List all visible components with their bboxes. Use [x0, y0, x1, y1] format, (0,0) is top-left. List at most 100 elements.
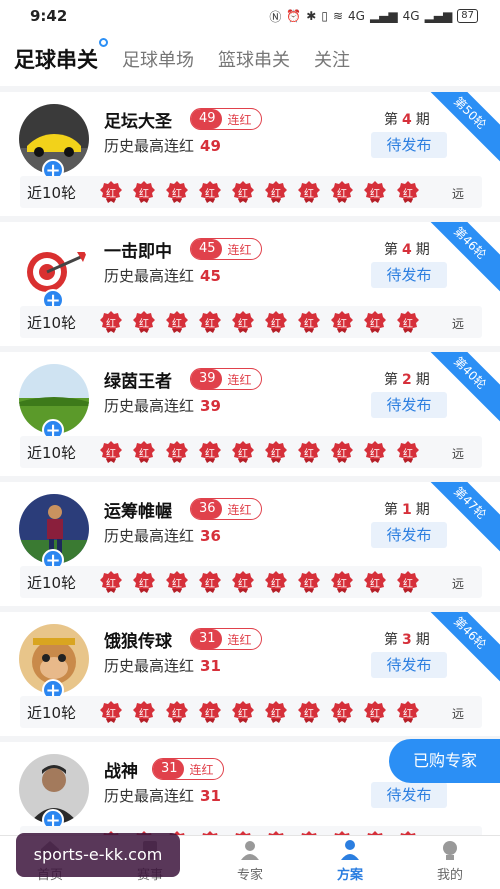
history-value: 36: [200, 527, 221, 545]
win-badge-text: 红: [205, 449, 215, 460]
expert-name: 战神: [104, 762, 138, 782]
win-badge-text: 红: [403, 709, 413, 720]
alarm-icon: ⏰: [286, 9, 302, 23]
streak-count: 31: [153, 759, 184, 779]
status-bar: 9:42 Ⓝ ⏰ ✱ ▯ ≋ 4G ▂▄▆ 4G ▂▄▆ 87: [0, 0, 500, 32]
win-badge-icon: 红: [198, 310, 222, 334]
win-badge-icon: 红: [231, 570, 255, 594]
pending-button[interactable]: 待发布: [371, 652, 447, 678]
more-label[interactable]: 远: [452, 705, 464, 722]
win-badge-text: 红: [238, 449, 248, 460]
win-badge-text: 红: [370, 579, 380, 590]
win-badge-icon: 红: [330, 310, 354, 334]
win-badge-text: 红: [139, 189, 149, 200]
win-badge-text: 红: [370, 709, 380, 720]
period-number: 4: [402, 242, 412, 258]
history-value: 31: [200, 657, 221, 675]
win-badge-icon: 红: [99, 180, 123, 204]
tab-football-single[interactable]: 足球单场: [122, 46, 194, 72]
win-badge-text: 红: [238, 319, 248, 330]
result-badges: 红红红红红红红红红红: [99, 180, 420, 204]
more-label[interactable]: 远: [452, 315, 464, 332]
win-badge-text: 红: [271, 189, 281, 200]
expert-card[interactable]: + 运筹帷幄 36 连红 历史最高连红 36 第 1 期待发布 第47轮 近10轮红红红红红红红红红…: [0, 482, 500, 606]
tab-follow[interactable]: 关注: [314, 46, 350, 72]
period: 第4期: [384, 239, 430, 259]
win-badge-icon: 红: [132, 570, 156, 594]
recent-label: 近10轮: [27, 704, 77, 722]
result-badges: 红红红红红红红红红红: [99, 570, 420, 594]
signal-label-1: 4G: [348, 9, 365, 23]
win-badge-icon: 红: [264, 700, 288, 724]
bluetooth-icon: ✱: [306, 9, 317, 23]
expert-card[interactable]: + 饿狼传球 31 连红 历史最高连红 31 第 3 期待发布 第46轮 近10轮红红红红红红红红红…: [0, 612, 500, 736]
tab-label: 足球串关: [14, 48, 98, 72]
win-badge-text: 红: [238, 189, 248, 200]
period-prefix: 第: [384, 242, 398, 258]
pending-button[interactable]: 待发布: [371, 392, 447, 418]
win-badge-icon: 红: [132, 700, 156, 724]
win-badge-text: 红: [106, 449, 116, 460]
period-number: 2: [402, 372, 412, 388]
tab-football-parlay[interactable]: 足球串关: [14, 38, 108, 74]
nfc-icon: Ⓝ: [269, 9, 282, 24]
more-label[interactable]: 远: [452, 445, 464, 462]
purchased-experts-button[interactable]: 已购专家: [389, 739, 500, 783]
history-label: 历史最高连红: [104, 267, 195, 285]
pending-button[interactable]: 待发布: [371, 132, 447, 158]
pending-button[interactable]: 待发布: [371, 522, 447, 548]
win-badge-text: 红: [172, 449, 182, 460]
recent-label: 近10轮: [27, 574, 77, 592]
expert-card[interactable]: + 绿茵王者 39 连红 历史最高连红 39 第 2 期待发布 第40轮 近10轮红红红红红红红红红…: [0, 352, 500, 476]
win-badge-icon: 红: [396, 700, 420, 724]
history-best: 历史最高连红 31: [104, 785, 221, 806]
tab-basketball-parlay[interactable]: 篮球串关: [218, 46, 290, 72]
win-badge-text: 红: [172, 319, 182, 330]
win-badge-icon: 红: [330, 700, 354, 724]
win-badge-text: 红: [172, 709, 182, 720]
more-label[interactable]: 远: [452, 185, 464, 202]
win-badge-text: 红: [403, 449, 413, 460]
win-badge-icon: 红: [165, 310, 189, 334]
win-badge-text: 红: [304, 579, 314, 590]
pending-button[interactable]: 待发布: [371, 782, 447, 808]
win-badge-text: 红: [403, 319, 413, 330]
win-badge-icon: 红: [264, 570, 288, 594]
win-badge-icon: 红: [330, 180, 354, 204]
pending-button[interactable]: 待发布: [371, 262, 447, 288]
nav-label: 专家: [236, 868, 263, 883]
win-badge-icon: 红: [165, 440, 189, 464]
wifi-icon: ≋: [332, 9, 344, 23]
history-value: 39: [200, 397, 221, 415]
period-number: 1: [402, 502, 412, 518]
expert-card[interactable]: + 一击即中 45 连红 历史最高连红 45 第 4 期待发布 第46轮 近10轮红红红红红红红红红…: [0, 222, 500, 346]
person-icon: [241, 841, 259, 860]
history-label: 历史最高连红: [104, 787, 195, 805]
recent-results: 近10轮 红 红 红 红 红 红 红 红 红 红 远: [0, 696, 500, 728]
win-badge-icon: 红: [330, 570, 354, 594]
streak-label: 连红: [227, 242, 252, 257]
nav-plans[interactable]: 方案: [300, 836, 400, 889]
tab-active-dot-icon: [99, 38, 108, 47]
recent-label: 近10轮: [27, 444, 77, 462]
nav-experts[interactable]: 专家: [200, 836, 300, 889]
tab-label: 篮球串关: [218, 50, 290, 71]
period: 第2期: [384, 369, 430, 389]
recent-label: 近10轮: [27, 314, 77, 332]
history-value: 49: [200, 137, 221, 155]
more-label[interactable]: 远: [452, 575, 464, 592]
expert-card[interactable]: + 足坛大圣 49 连红 历史最高连红 49 第 4 期待发布 第50轮 近10轮红红红红红红红红红…: [0, 92, 500, 216]
win-badge-text: 红: [271, 579, 281, 590]
nav-mine[interactable]: 我的: [400, 836, 500, 889]
win-badge-icon: 红: [264, 310, 288, 334]
profile-icon: [443, 841, 457, 860]
win-badge-text: 红: [106, 319, 116, 330]
history-best: 历史最高连红 36: [104, 525, 221, 546]
recent-results: 近10轮 红 红 红 红 红 红 红 红 红 红 远: [0, 566, 500, 598]
win-badge-text: 红: [403, 579, 413, 590]
history-best: 历史最高连红 31: [104, 655, 221, 676]
win-badge-icon: 红: [198, 180, 222, 204]
win-badge-text: 红: [139, 579, 149, 590]
win-badge-text: 红: [271, 709, 281, 720]
expert-name: 绿茵王者: [104, 372, 172, 392]
